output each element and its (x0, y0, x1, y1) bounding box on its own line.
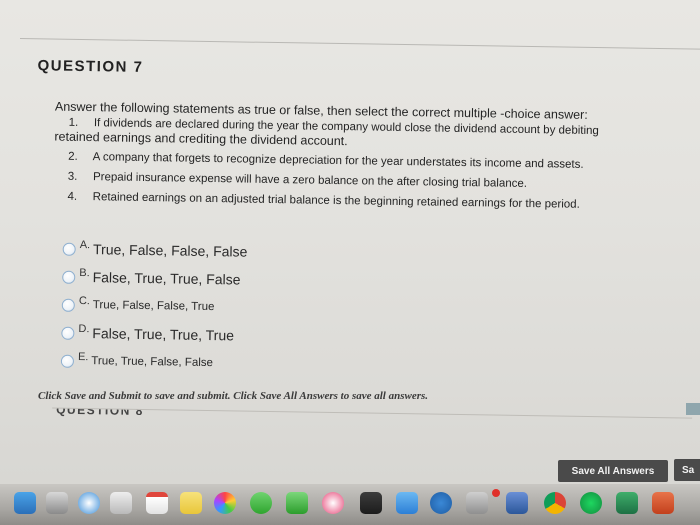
submit-instructions: Click Save and Submit to save and submit… (38, 390, 429, 402)
launchpad-icon[interactable] (46, 492, 68, 514)
system-preferences-icon[interactable] (430, 492, 452, 514)
answer-options: A. True, False, False, False B. False, T… (60, 235, 463, 381)
terminal-icon[interactable] (360, 492, 382, 514)
question-title: QUESTION 7 (37, 57, 144, 76)
option-letter: A. (79, 238, 91, 252)
facetime-icon[interactable] (286, 492, 308, 514)
notes-icon[interactable] (180, 492, 202, 514)
statement-number: 3. (67, 170, 78, 183)
next-question-header: QUESTION 8 (51, 407, 693, 431)
statement-text: Prepaid insurance expense will have a ze… (92, 171, 528, 190)
browser-viewport: QUESTION 7 Answer the following statemen… (0, 0, 700, 525)
mail-icon[interactable] (110, 492, 132, 514)
radio-button[interactable] (62, 242, 76, 256)
option-text: True, False, False, True (92, 299, 215, 314)
option-text: True, False, False, False (92, 241, 248, 260)
app-store-icon[interactable] (396, 492, 418, 514)
option-letter: B. (79, 266, 90, 280)
option-letter: E. (77, 350, 89, 364)
radio-button[interactable] (61, 326, 75, 340)
spotify-icon[interactable] (580, 492, 602, 514)
excel-icon[interactable] (616, 492, 638, 514)
radio-button[interactable] (62, 270, 76, 284)
calendar-icon[interactable] (146, 492, 168, 514)
statement-number: 2. (68, 150, 78, 163)
statement-2: 2. A company that forgets to recognize d… (54, 150, 654, 173)
statement-number: 4. (67, 190, 78, 203)
notification-badge (492, 489, 500, 497)
save-and-submit-button[interactable]: Sa (674, 459, 700, 481)
powerpoint-icon[interactable] (652, 492, 674, 514)
photos-icon[interactable] (214, 492, 236, 514)
option-text: False, True, True, True (92, 325, 235, 344)
word-icon[interactable] (506, 492, 528, 514)
finder-icon[interactable] (14, 492, 36, 514)
option-e[interactable]: E. True, True, False, False (60, 347, 461, 381)
statement-3: 3. Prepaid insurance expense will have a… (54, 170, 654, 193)
question-instructions: Answer the following statements as true … (53, 100, 655, 213)
statement-4: 4. Retained earnings on an adjusted tria… (53, 190, 653, 213)
photo-booth-icon[interactable] (466, 492, 488, 514)
chrome-icon[interactable] (544, 492, 566, 514)
statement-text: A company that forgets to recognize depr… (92, 151, 584, 171)
option-text: False, True, True, False (92, 269, 241, 288)
itunes-icon[interactable] (322, 492, 344, 514)
statement-number: 1. (68, 116, 79, 129)
save-all-answers-button[interactable]: Save All Answers (558, 460, 668, 482)
radio-button[interactable] (60, 354, 75, 368)
scroll-accent (686, 403, 700, 415)
option-text: True, True, False, False (91, 355, 214, 370)
statement-text: Retained earnings on an adjusted trial b… (92, 191, 580, 211)
option-letter: D. (78, 322, 90, 336)
radio-button[interactable] (61, 298, 75, 312)
next-question-title: QUESTION 8 (56, 407, 144, 418)
messages-icon[interactable] (250, 492, 272, 514)
question-panel: QUESTION 7 Answer the following statemen… (14, 38, 700, 431)
option-letter: C. (78, 294, 90, 308)
safari-icon[interactable] (78, 492, 100, 514)
dock (0, 484, 700, 525)
